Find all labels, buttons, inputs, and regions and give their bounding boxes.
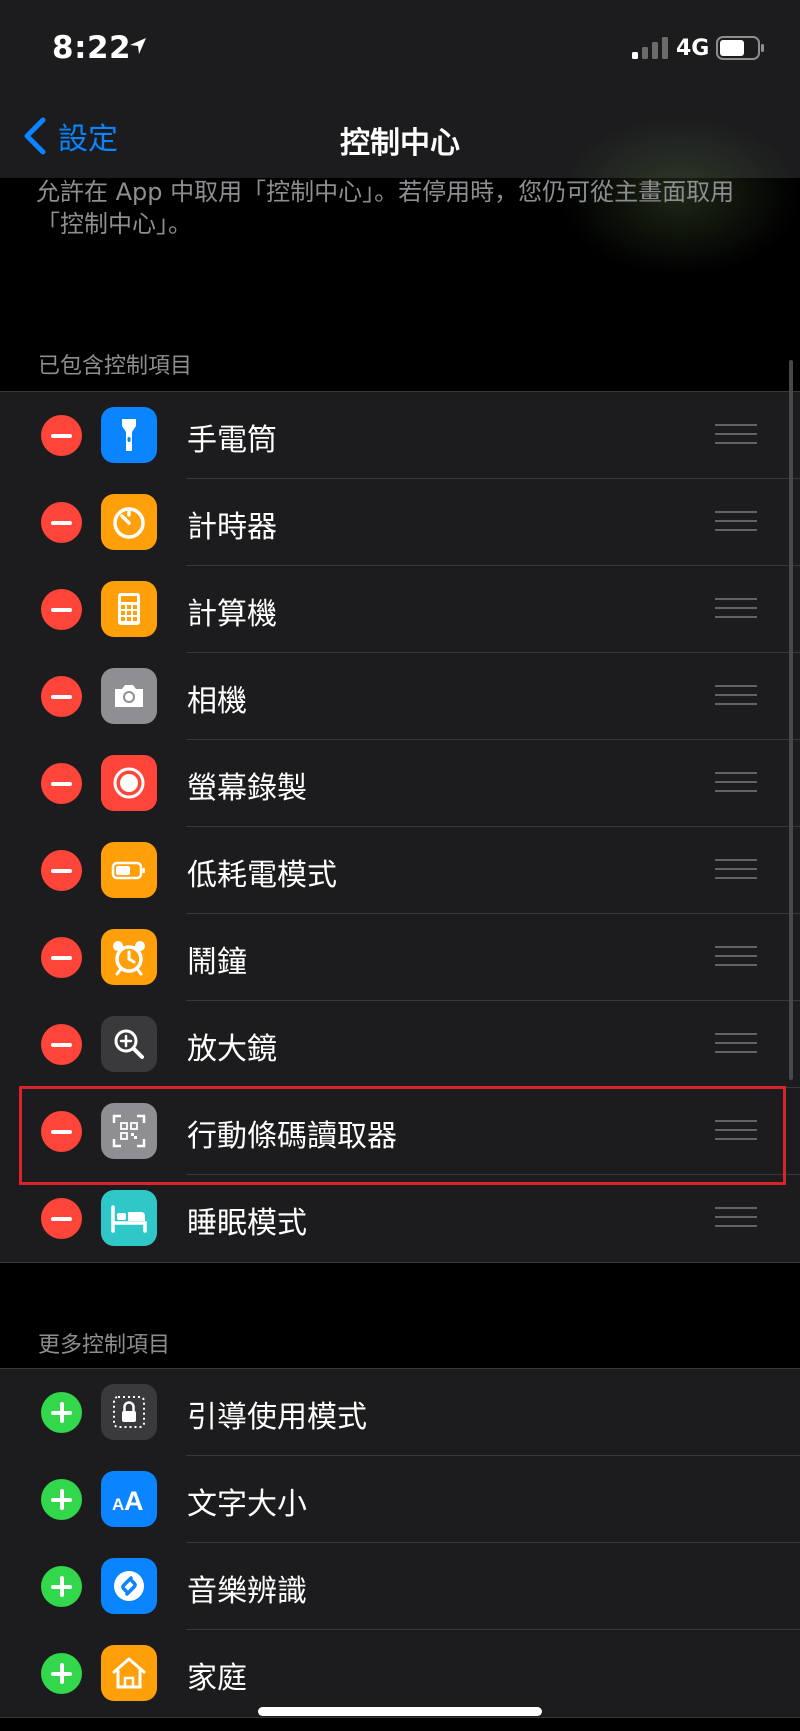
- remove-button[interactable]: [41, 589, 82, 630]
- screen-record-icon: [101, 755, 157, 811]
- reorder-handle[interactable]: [715, 511, 757, 533]
- bed-icon: [101, 1190, 157, 1246]
- control-row-text-size[interactable]: AA 文字大小: [0, 1456, 800, 1543]
- control-row-home[interactable]: 家庭: [0, 1630, 800, 1717]
- reorder-handle[interactable]: [715, 1033, 757, 1055]
- camera-icon: [101, 668, 157, 724]
- control-row-alarm[interactable]: 鬧鐘: [0, 914, 800, 1001]
- control-row-music-recognition[interactable]: 音樂辨識: [0, 1543, 800, 1630]
- remove-button[interactable]: [41, 763, 82, 804]
- more-controls-list: 引導使用模式 AA 文字大小 音樂辨識 家庭: [0, 1368, 800, 1718]
- magnifier-icon: [101, 1016, 157, 1072]
- control-row-qr-code-reader[interactable]: 行動條碼讀取器: [0, 1088, 800, 1175]
- screen: 8:22 4G 設定 控制中心 允許在 App 中取用「控制中心」。若停用時，您…: [0, 0, 800, 1731]
- control-label: 計時器: [187, 510, 277, 545]
- included-controls-list: 手電筒 計時器 計算機 相機 螢幕錄製 低耗電模式 鬧鐘 放大鏡 行動條碼讀取器…: [0, 391, 800, 1263]
- description-text: 允許在 App 中取用「控制中心」。若停用時，您仍可從主畫面取用「控制中心」。: [36, 178, 735, 238]
- control-row-low-power-mode[interactable]: 低耗電模式: [0, 827, 800, 914]
- control-label: 睡眠模式: [187, 1206, 307, 1241]
- control-label: 相機: [187, 684, 247, 719]
- reorder-handle[interactable]: [715, 946, 757, 968]
- add-button[interactable]: [41, 1392, 82, 1433]
- svg-text:A: A: [112, 1495, 124, 1514]
- status-bar: 8:22 4G: [0, 0, 800, 96]
- qr-scanner-icon: [101, 1103, 157, 1159]
- included-section-header: 已包含控制項目: [38, 354, 193, 379]
- control-row-guided-access[interactable]: 引導使用模式: [0, 1369, 800, 1456]
- reorder-handle[interactable]: [715, 598, 757, 620]
- svg-text:A: A: [124, 1486, 144, 1516]
- control-label: 手電筒: [187, 423, 277, 458]
- remove-button[interactable]: [41, 850, 82, 891]
- remove-button[interactable]: [41, 502, 82, 543]
- reorder-handle[interactable]: [715, 1120, 757, 1142]
- control-row-camera[interactable]: 相機: [0, 653, 800, 740]
- remove-button[interactable]: [41, 937, 82, 978]
- battery-icon: [101, 842, 157, 898]
- control-label: 螢幕錄製: [187, 771, 307, 806]
- network-type: 4G: [676, 36, 710, 61]
- location-arrow-icon: [130, 38, 146, 54]
- remove-button[interactable]: [41, 1198, 82, 1239]
- navigation-bar: 設定 控制中心: [0, 96, 800, 276]
- control-label: 行動條碼讀取器: [187, 1119, 397, 1154]
- remove-button[interactable]: [41, 415, 82, 456]
- control-label: 引導使用模式: [187, 1400, 367, 1435]
- scroll-indicator[interactable]: [789, 360, 793, 1080]
- text-size-icon: AA: [101, 1471, 157, 1527]
- reorder-handle[interactable]: [715, 424, 757, 446]
- alarm-icon: [101, 929, 157, 985]
- control-row-timer[interactable]: 計時器: [0, 479, 800, 566]
- control-label: 鬧鐘: [187, 945, 247, 980]
- add-button[interactable]: [41, 1653, 82, 1694]
- timer-icon: [101, 494, 157, 550]
- control-row-sleep-mode[interactable]: 睡眠模式: [0, 1175, 800, 1262]
- control-row-magnifier[interactable]: 放大鏡: [0, 1001, 800, 1088]
- control-label: 家庭: [187, 1661, 247, 1696]
- control-row-calculator[interactable]: 計算機: [0, 566, 800, 653]
- flashlight-icon: [101, 407, 157, 463]
- guided-access-lock-icon: [101, 1384, 157, 1440]
- battery-icon: [716, 36, 764, 60]
- remove-button[interactable]: [41, 1111, 82, 1152]
- calculator-icon: [101, 581, 157, 637]
- add-button[interactable]: [41, 1479, 82, 1520]
- cellular-signal-icon: [632, 37, 668, 59]
- status-time: 8:22: [52, 30, 132, 66]
- control-row-screen-recording[interactable]: 螢幕錄製: [0, 740, 800, 827]
- reorder-handle[interactable]: [715, 859, 757, 881]
- home-icon: [101, 1645, 157, 1701]
- shazam-icon: [101, 1558, 157, 1614]
- control-label: 音樂辨識: [187, 1574, 307, 1609]
- add-button[interactable]: [41, 1566, 82, 1607]
- page-title: 控制中心: [340, 126, 460, 161]
- more-section-header: 更多控制項目: [38, 1333, 171, 1358]
- control-label: 計算機: [187, 597, 277, 632]
- reorder-handle[interactable]: [715, 1207, 757, 1229]
- reorder-handle[interactable]: [715, 772, 757, 794]
- control-label: 文字大小: [187, 1487, 307, 1522]
- control-label: 低耗電模式: [187, 858, 337, 893]
- control-row-flashlight[interactable]: 手電筒: [0, 392, 800, 479]
- remove-button[interactable]: [41, 676, 82, 717]
- control-label: 放大鏡: [187, 1032, 277, 1067]
- remove-button[interactable]: [41, 1024, 82, 1065]
- reorder-handle[interactable]: [715, 685, 757, 707]
- home-indicator[interactable]: [258, 1707, 542, 1716]
